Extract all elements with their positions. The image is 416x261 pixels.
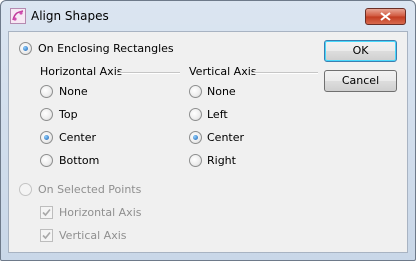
- vertical-none-label[interactable]: None: [207, 85, 236, 98]
- horizontal-bottom-label[interactable]: Bottom: [59, 154, 99, 167]
- vertical-left-label[interactable]: Left: [207, 108, 228, 121]
- horizontal-bottom-radio[interactable]: [40, 154, 53, 167]
- align-shapes-dialog: Align Shapes On Enclosing Rectangles Hor…: [0, 0, 416, 261]
- selected-points-radio[interactable]: [19, 183, 32, 196]
- vertical-none-radio[interactable]: [189, 85, 202, 98]
- vertical-center-radio[interactable]: [189, 131, 202, 144]
- app-icon: [10, 8, 26, 24]
- selected-horizontal-axis-label[interactable]: Horizontal Axis: [59, 206, 141, 219]
- vertical-left-radio[interactable]: [189, 108, 202, 121]
- selected-points-label[interactable]: On Selected Points: [38, 183, 141, 196]
- close-icon: [380, 12, 391, 21]
- horizontal-none-radio[interactable]: [40, 85, 53, 98]
- selected-vertical-axis-label[interactable]: Vertical Axis: [59, 229, 127, 242]
- vertical-center-label[interactable]: Center: [207, 131, 244, 144]
- ok-button[interactable]: OK: [324, 40, 397, 62]
- close-button[interactable]: [365, 8, 406, 25]
- dialog-content: On Enclosing Rectangles Horizontal Axis …: [8, 31, 408, 253]
- horizontal-axis-header: Horizontal Axis: [40, 65, 123, 78]
- title-bar[interactable]: Align Shapes: [1, 1, 415, 31]
- selected-vertical-axis-checkbox[interactable]: [40, 229, 53, 242]
- checkmark-icon: [42, 208, 51, 217]
- vertical-right-label[interactable]: Right: [207, 154, 236, 167]
- horizontal-top-radio[interactable]: [40, 108, 53, 121]
- vertical-right-radio[interactable]: [189, 154, 202, 167]
- horizontal-axis-separator: [117, 72, 180, 74]
- vertical-axis-header: Vertical Axis: [189, 65, 257, 78]
- vertical-axis-separator: [253, 72, 318, 74]
- window-title: Align Shapes: [31, 9, 109, 23]
- enclosing-rectangles-label[interactable]: On Enclosing Rectangles: [38, 42, 174, 55]
- horizontal-none-label[interactable]: None: [59, 85, 88, 98]
- enclosing-rectangles-radio[interactable]: [19, 42, 32, 55]
- checkmark-icon: [42, 231, 51, 240]
- horizontal-center-radio[interactable]: [40, 131, 53, 144]
- horizontal-top-label[interactable]: Top: [59, 108, 78, 121]
- horizontal-center-label[interactable]: Center: [59, 131, 96, 144]
- selected-horizontal-axis-checkbox[interactable]: [40, 206, 53, 219]
- cancel-button[interactable]: Cancel: [324, 70, 397, 92]
